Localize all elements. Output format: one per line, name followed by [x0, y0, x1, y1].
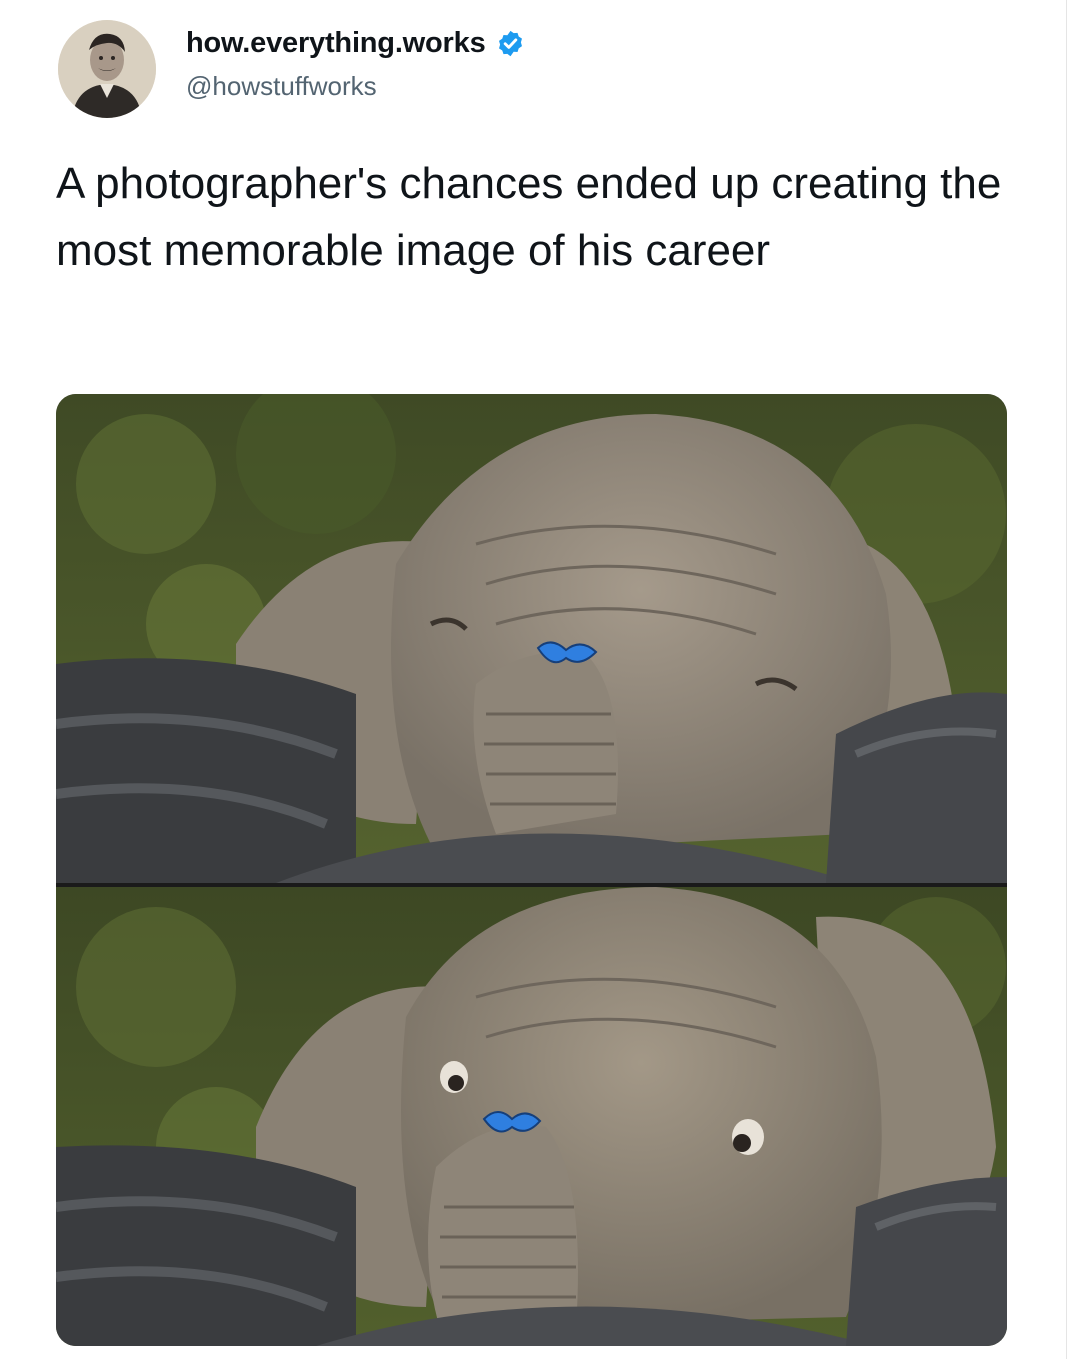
author-handle[interactable]: @howstuffworks [186, 71, 377, 102]
photo-panel-top [56, 394, 1007, 883]
author-name-row[interactable]: how.everything.works [186, 27, 525, 60]
avatar-portrait-icon [58, 20, 156, 118]
frame-edge [1066, 0, 1067, 1359]
tweet-card: how.everything.works @howstuffworks A ph… [0, 0, 1080, 1359]
tweet-media-photo[interactable] [56, 394, 1007, 1346]
avatar[interactable] [58, 20, 156, 118]
tweet-text: A photographer's chances ended up creati… [56, 159, 1002, 275]
photo-panel-bottom [56, 887, 1007, 1346]
verified-badge-icon [496, 29, 525, 58]
display-name[interactable]: how.everything.works [186, 27, 486, 60]
